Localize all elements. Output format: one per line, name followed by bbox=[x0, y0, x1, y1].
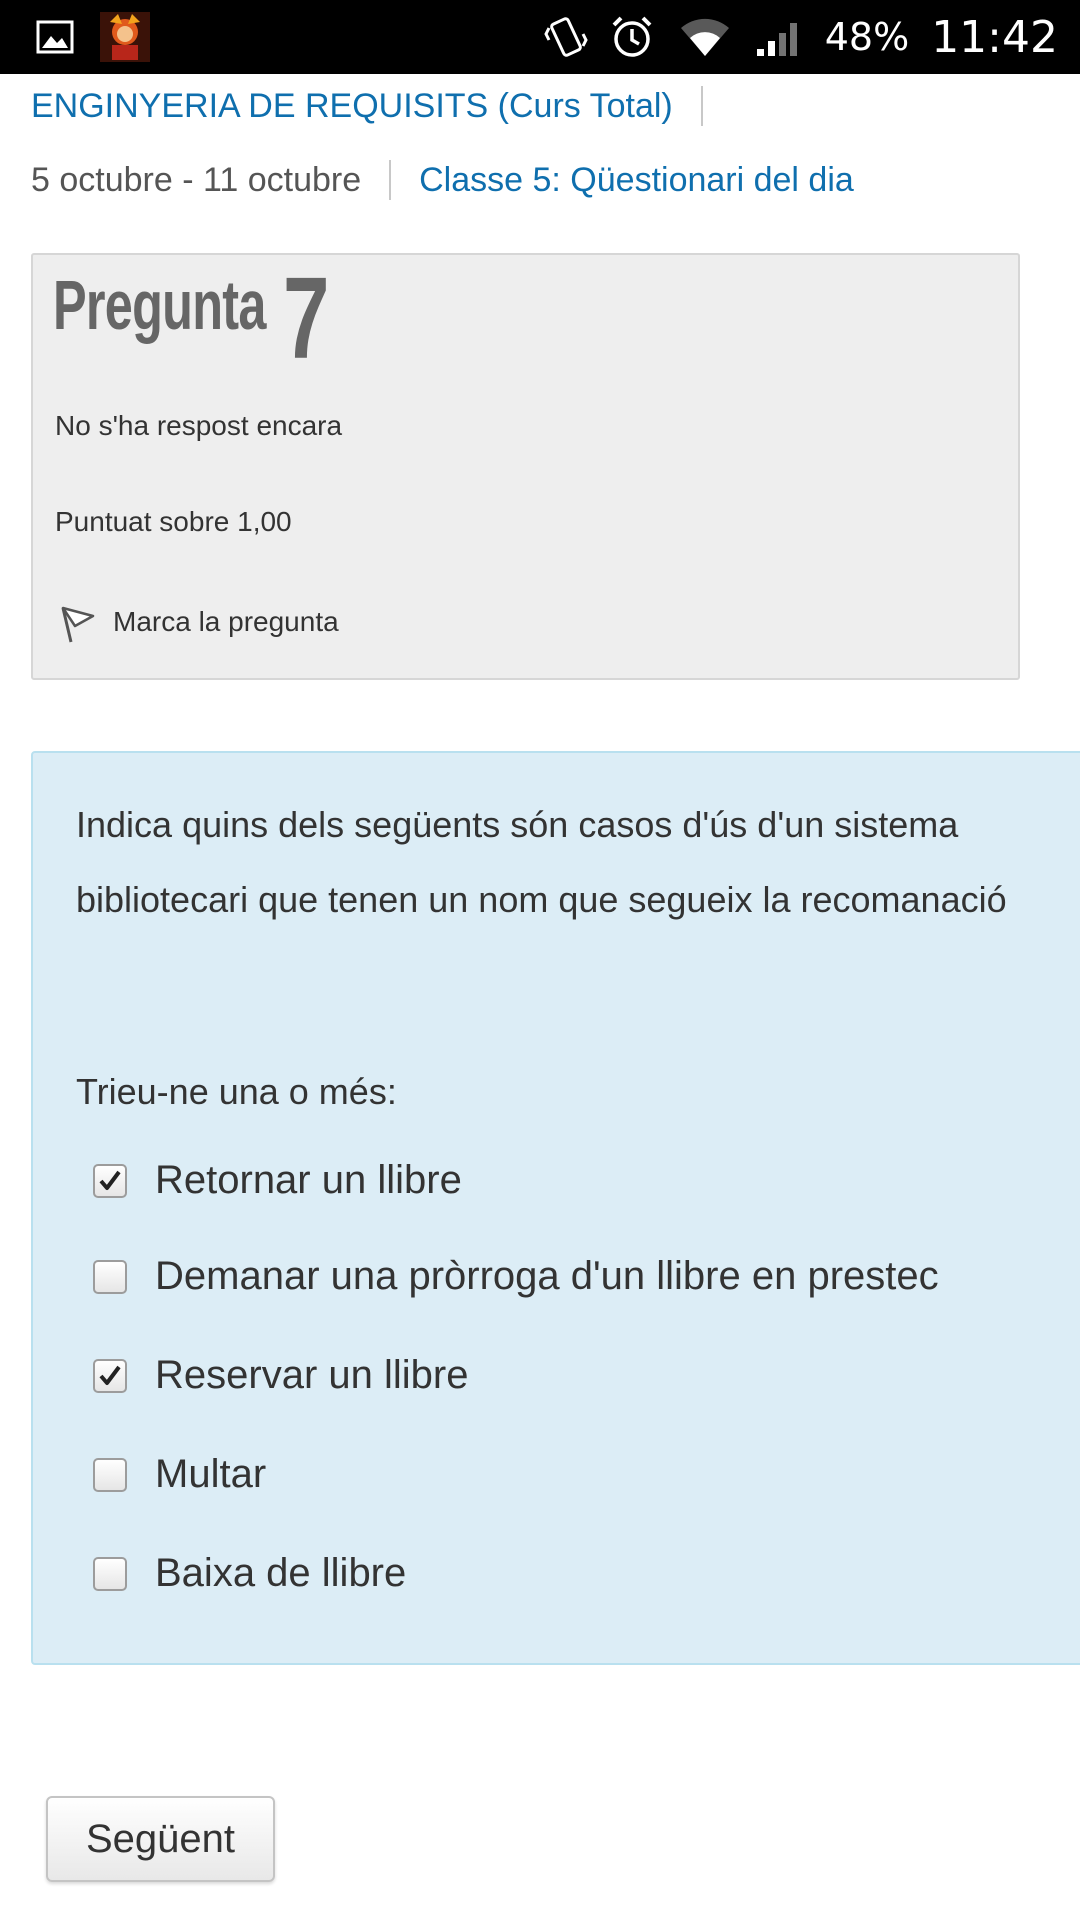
vibrate-icon bbox=[543, 14, 589, 60]
notification-icons bbox=[36, 12, 150, 62]
flag-question-label: Marca la pregunta bbox=[113, 606, 339, 637]
answer-option[interactable]: Retornar un llibre bbox=[93, 1158, 462, 1203]
wifi-icon bbox=[677, 14, 733, 60]
answer-option[interactable]: Multar bbox=[93, 1452, 266, 1497]
alarm-icon bbox=[609, 14, 655, 60]
flag-icon bbox=[55, 600, 97, 644]
signal-icon bbox=[755, 17, 803, 57]
question-heading: Pregunta 7 bbox=[53, 253, 348, 383]
breadcrumb-quiz-link[interactable]: Classe 5: Qüestionari del dia bbox=[419, 161, 854, 200]
answer-option-label: Reservar un llibre bbox=[155, 1353, 469, 1397]
answer-checkbox[interactable] bbox=[93, 1259, 127, 1294]
question-grade: Puntuat sobre 1,00 bbox=[55, 506, 292, 537]
answer-option-label: Baixa de llibre bbox=[155, 1551, 407, 1595]
clock: 11:42 bbox=[931, 11, 1058, 63]
answer-option[interactable]: Baixa de llibre bbox=[93, 1551, 406, 1596]
question-heading-label: Pregunta bbox=[53, 266, 266, 344]
question-content: Indica quins dels següents són casos d'ú… bbox=[31, 751, 1080, 1665]
answer-prompt: Trieu-ne una o més: bbox=[76, 1071, 397, 1112]
breadcrumb-row-2: 5 octubre - 11 octubre Classe 5: Qüestio… bbox=[31, 156, 854, 204]
battery-level: 48% bbox=[824, 15, 910, 59]
answer-checkbox[interactable] bbox=[93, 1358, 127, 1393]
app-avatar-icon bbox=[100, 12, 150, 62]
question-number: 7 bbox=[283, 253, 330, 383]
answer-option-label: Multar bbox=[155, 1452, 267, 1496]
breadcrumb-week[interactable]: 5 octubre - 11 octubre bbox=[31, 161, 361, 200]
question-state: No s'ha respost encara bbox=[55, 410, 343, 441]
image-icon bbox=[36, 20, 74, 54]
status-bar: 48% 11:42 bbox=[0, 0, 1080, 74]
answer-option[interactable]: Reservar un llibre bbox=[93, 1353, 468, 1398]
breadcrumb-divider bbox=[389, 160, 392, 200]
question-info-panel: Pregunta 7 No s'ha respost encara Puntua… bbox=[31, 253, 1020, 680]
flag-question-toggle[interactable]: Marca la pregunta bbox=[55, 600, 339, 644]
next-page-button[interactable]: Següent bbox=[46, 1796, 275, 1882]
answer-checkbox[interactable] bbox=[93, 1163, 127, 1198]
answer-option-label: Retornar un llibre bbox=[155, 1158, 462, 1202]
system-icons: 48% 11:42 bbox=[543, 0, 1058, 74]
answer-option-label: Demanar una pròrroga d'un llibre en pres… bbox=[155, 1254, 939, 1298]
checkmark-icon bbox=[99, 1365, 121, 1385]
breadcrumb-course-link[interactable]: ENGINYERIA DE REQUISITS (Curs Total) bbox=[31, 87, 673, 126]
answer-checkbox[interactable] bbox=[93, 1457, 127, 1492]
answer-checkbox[interactable] bbox=[93, 1556, 127, 1591]
checkmark-icon bbox=[99, 1170, 121, 1190]
breadcrumb: ENGINYERIA DE REQUISITS (Curs Total) bbox=[31, 82, 703, 130]
question-text: Indica quins dels següents són casos d'ú… bbox=[76, 804, 1007, 920]
breadcrumb-divider bbox=[700, 86, 703, 126]
answer-option[interactable]: Demanar una pròrroga d'un llibre en pres… bbox=[93, 1254, 939, 1299]
